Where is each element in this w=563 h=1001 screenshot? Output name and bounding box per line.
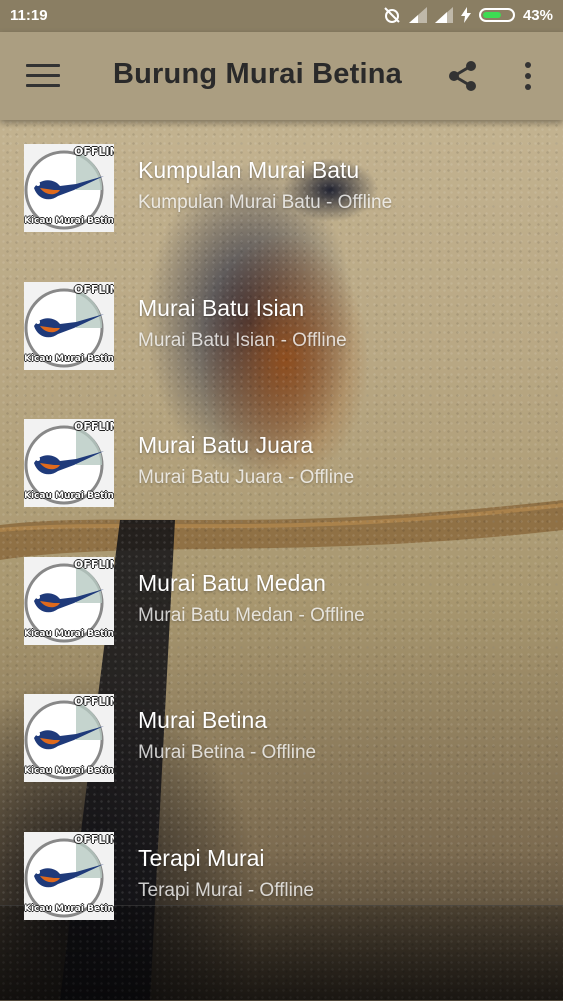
list-item[interactable]: OFFLINE Kicau Murai Betina Murai Batu Is…: [0, 258, 563, 396]
battery-percent: 43%: [522, 6, 553, 24]
item-subtitle: Murai Batu Isian - Offline: [138, 329, 347, 351]
thumbnail: OFFLINE Kicau Murai Betina: [24, 556, 114, 645]
thumbnail-caption: Kicau Murai Betina: [24, 628, 114, 639]
item-title: Murai Batu Isian: [138, 294, 305, 321]
charging-icon: [460, 7, 471, 23]
offline-badge: OFFLINE: [74, 145, 114, 158]
item-subtitle: Kumpulan Murai Batu - Offline: [138, 192, 393, 213]
song-list: OFFLINE Kicau Murai Betina Kumpulan Mura…: [0, 120, 563, 945]
list-item[interactable]: OFFLINE Kicau Murai Betina Murai Betina …: [0, 670, 563, 808]
app-bar: Burung Murai Betina: [0, 32, 563, 120]
status-bar: 11:19 43%: [0, 0, 563, 32]
page-title: Burung Murai Betina: [113, 58, 402, 90]
thumbnail: OFFLINE Kicau Murai Betina: [24, 694, 114, 782]
battery-icon: [478, 8, 515, 22]
more-vert-icon[interactable]: [520, 60, 536, 92]
item-subtitle: Murai Batu Juara - Offline: [138, 467, 355, 488]
menu-icon[interactable]: [26, 64, 60, 90]
list-item[interactable]: OFFLINE Kicau Murai Betina Murai Batu Me…: [0, 533, 563, 671]
item-subtitle: Terapi Murai - Offline: [138, 879, 314, 901]
thumbnail: OFFLINE Kicau Murai Betina: [24, 281, 114, 370]
thumbnail: OFFLINE Kicau Murai Betina: [24, 831, 114, 920]
item-title: Terapi Murai: [138, 844, 265, 871]
thumbnail-caption: Kicau Murai Betina: [24, 903, 114, 914]
list-item[interactable]: OFFLINE Kicau Murai Betina Terapi Murai …: [0, 808, 563, 946]
offline-badge: OFFLINE: [74, 695, 114, 708]
item-title: Murai Batu Juara: [138, 432, 314, 458]
thumbnail-caption: Kicau Murai Betina: [24, 353, 114, 364]
offline-badge: OFFLINE: [74, 832, 114, 846]
thumbnail-caption: Kicau Murai Betina: [24, 491, 114, 501]
thumbnail-caption: Kicau Murai Betina: [24, 216, 114, 226]
list-item[interactable]: OFFLINE Kicau Murai Betina Murai Batu Ju…: [0, 395, 563, 533]
signal-icon: [408, 7, 427, 23]
list-item[interactable]: OFFLINE Kicau Murai Betina Kumpulan Mura…: [0, 120, 563, 258]
thumbnail: OFFLINE Kicau Murai Betina: [24, 419, 114, 507]
item-title: Murai Betina: [138, 707, 268, 733]
offline-badge: OFFLINE: [74, 420, 114, 433]
alarm-off-icon: [384, 7, 400, 23]
thumbnail-caption: Kicau Murai Betina: [24, 766, 114, 776]
signal-icon: [434, 7, 453, 23]
item-title: Kumpulan Murai Batu: [138, 157, 360, 183]
item-subtitle: Murai Batu Medan - Offline: [138, 604, 365, 626]
share-icon[interactable]: [447, 60, 479, 92]
thumbnail: OFFLINE Kicau Murai Betina: [24, 144, 114, 232]
item-title: Murai Batu Medan: [138, 569, 326, 596]
offline-badge: OFFLINE: [74, 282, 114, 296]
item-subtitle: Murai Betina - Offline: [138, 742, 317, 763]
offline-badge: OFFLINE: [74, 557, 114, 571]
status-time: 11:19: [10, 7, 48, 24]
